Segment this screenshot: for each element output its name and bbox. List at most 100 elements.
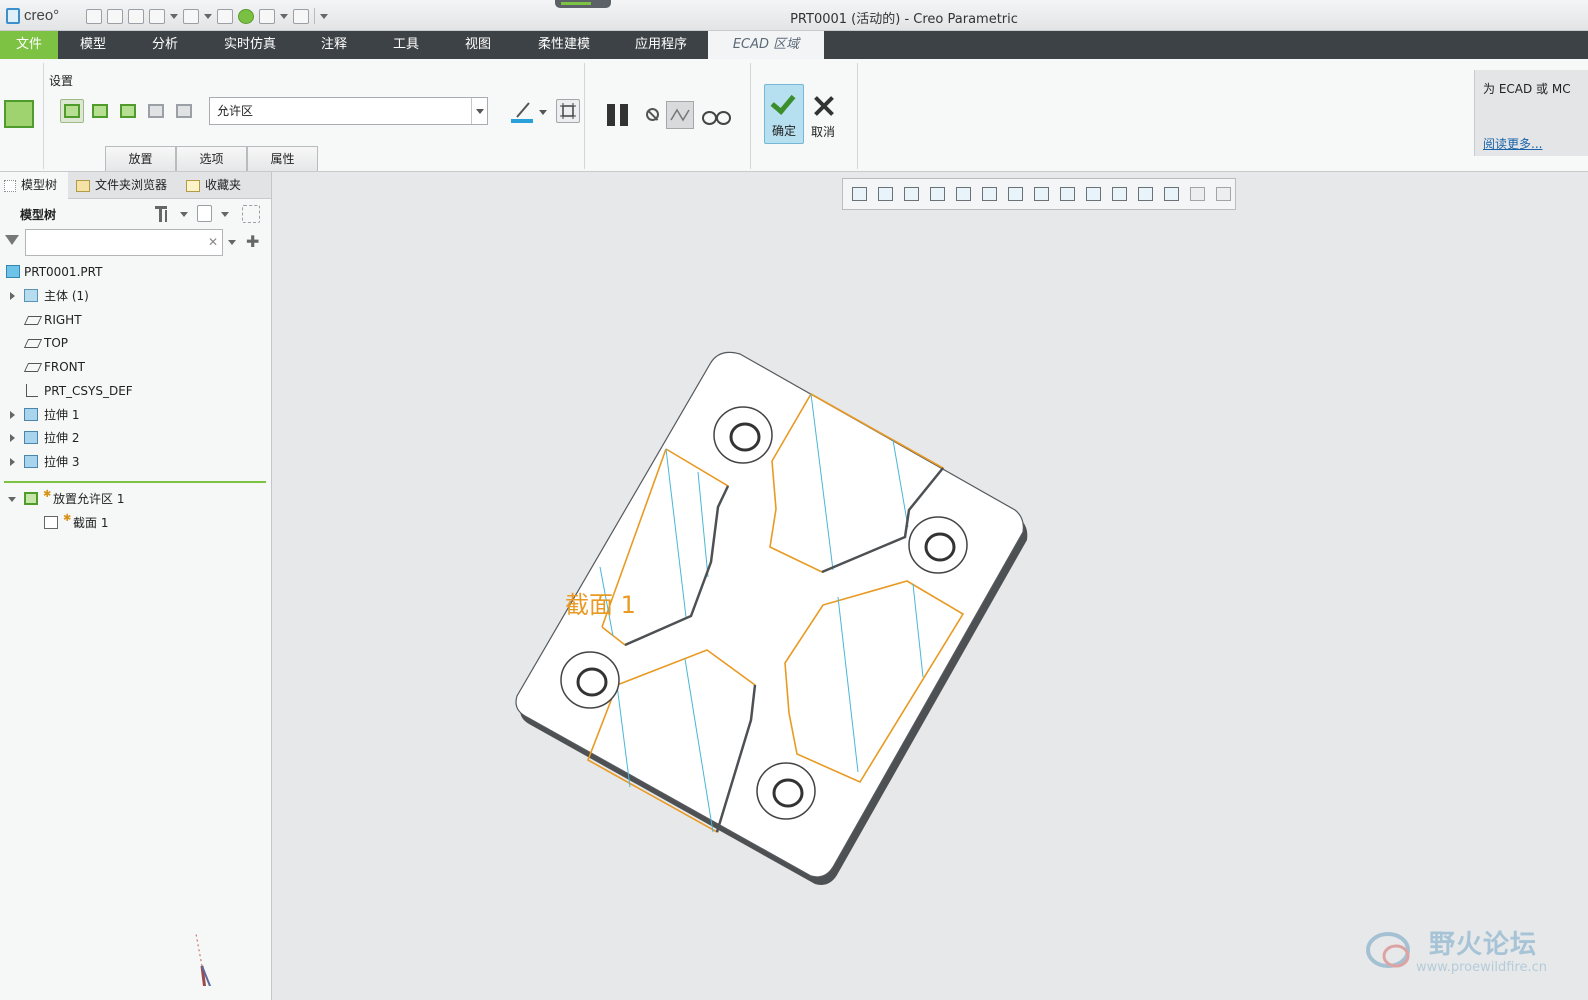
- expand-arrow-icon[interactable]: [10, 434, 15, 442]
- sketch-icon: [44, 516, 58, 529]
- collapse-arrow-icon[interactable]: [8, 497, 16, 502]
- subtab-placement[interactable]: 放置: [105, 146, 176, 171]
- cancel-label: 取消: [810, 125, 835, 139]
- menu-flexible-modeling[interactable]: 柔性建模: [514, 31, 614, 59]
- tree-item-extrude-2[interactable]: 拉伸 2: [0, 427, 270, 449]
- coordinate-triad-icon: [195, 933, 212, 986]
- read-more-link[interactable]: 阅读更多...: [1483, 135, 1542, 152]
- tree-item-section[interactable]: ✱ 截面 1: [0, 512, 270, 534]
- search-dropdown-icon[interactable]: [228, 240, 236, 245]
- tree-item-right-plane[interactable]: RIGHT: [0, 309, 270, 331]
- tree-item-label: 截面 1: [73, 516, 109, 530]
- ribbon-separator: [584, 63, 585, 169]
- verify-preview-icon: [670, 108, 690, 122]
- close-icon: [814, 96, 834, 116]
- tree-item-part[interactable]: PRT0001.PRT: [0, 261, 270, 283]
- extrude-icon: [24, 431, 38, 444]
- chevron-down-icon[interactable]: [471, 98, 487, 124]
- csys-icon: [24, 384, 38, 397]
- ok-label: 确定: [771, 124, 796, 138]
- zone-3d-button[interactable]: [88, 99, 112, 123]
- datum-plane-icon: [23, 363, 43, 372]
- menu-tools[interactable]: 工具: [370, 31, 442, 59]
- tab-folder-browser-label: 文件夹浏览器: [95, 178, 168, 192]
- forum-watermark: 野火论坛 www.proewildfire.cn: [1360, 920, 1564, 982]
- tree-settings-dropdown-icon[interactable]: [180, 212, 188, 217]
- zone-type-value: 允许区: [217, 104, 254, 118]
- zone-option-a-icon: [148, 104, 164, 118]
- tree-item-top-plane[interactable]: TOP: [0, 332, 270, 354]
- tree-item-label: 拉伸 2: [44, 431, 80, 445]
- tree-item-csys[interactable]: PRT_CSYS_DEF: [0, 380, 270, 402]
- insert-indicator-line[interactable]: [4, 481, 266, 483]
- tab-folder-browser[interactable]: 文件夹浏览器: [76, 172, 180, 199]
- menu-applications[interactable]: 应用程序: [614, 31, 708, 59]
- extrude-icon: [24, 408, 38, 421]
- model-tree-icon: [4, 179, 16, 192]
- tree-item-front-plane[interactable]: FRONT: [0, 356, 270, 378]
- part-icon: [6, 265, 20, 278]
- tree-item-body[interactable]: 主体 (1): [0, 285, 270, 307]
- tree-item-extrude-3[interactable]: 拉伸 3: [0, 451, 270, 473]
- menu-model[interactable]: 模型: [58, 31, 128, 59]
- tree-item-place-zone[interactable]: ✱ 放置允许区 1: [0, 488, 270, 510]
- sketch-pen-icon[interactable]: [511, 99, 551, 125]
- zone-type-dropdown[interactable]: 允许区: [209, 97, 488, 125]
- expand-arrow-icon[interactable]: [10, 411, 15, 419]
- mounting-hole: [560, 651, 620, 709]
- tab-model-tree[interactable]: 模型树: [0, 172, 68, 199]
- folder-icon: [76, 179, 90, 192]
- pause-icon[interactable]: [606, 104, 630, 126]
- mounting-hole: [713, 406, 773, 464]
- tab-ecad-area[interactable]: ECAD 区域: [708, 31, 824, 59]
- show-columns-icon[interactable]: [197, 205, 212, 222]
- no-geometry-icon[interactable]: [646, 108, 659, 121]
- zone-option-b-button[interactable]: [172, 99, 196, 123]
- tab-favorites-label: 收藏夹: [205, 178, 242, 192]
- tree-item-extrude-1[interactable]: 拉伸 1: [0, 404, 270, 426]
- menu-file[interactable]: 文件: [0, 31, 58, 59]
- show-dropdown-icon[interactable]: [221, 212, 229, 217]
- menu-live-simulation[interactable]: 实时仿真: [202, 31, 298, 59]
- navigator-panel: 模型树 文件夹浏览器 收藏夹 模型树 ✕ ✚ PRT0001.PRT 主体 (1…: [0, 172, 272, 1000]
- expand-arrow-icon[interactable]: [10, 458, 15, 466]
- tree-item-label: PRT0001.PRT: [24, 265, 103, 279]
- cancel-button[interactable]: 取消: [806, 84, 840, 144]
- tree-settings-icon[interactable]: [154, 204, 172, 222]
- creo-window: creo° PRT0001 (活动的) - Creo Parametric 文件…: [0, 0, 1588, 1000]
- crop-icon: [560, 103, 576, 119]
- tree-search-input[interactable]: ✕: [25, 229, 223, 256]
- tab-favorites[interactable]: 收藏夹: [186, 172, 266, 199]
- window-grip[interactable]: [555, 0, 611, 8]
- tree-item-label: TOP: [44, 336, 69, 350]
- zone-option-a-button[interactable]: [144, 99, 168, 123]
- expand-arrow-icon[interactable]: [10, 292, 15, 300]
- clear-search-icon[interactable]: ✕: [208, 235, 218, 249]
- menu-view[interactable]: 视图: [442, 31, 514, 59]
- zone-option-b-icon: [176, 104, 192, 118]
- section-annotation-label[interactable]: 截面 1: [565, 585, 636, 620]
- glasses-icon[interactable]: [702, 111, 731, 125]
- tree-filter-items-icon[interactable]: [242, 205, 260, 223]
- zone-3d-icon: [92, 104, 108, 118]
- sketch-region-button[interactable]: [556, 99, 580, 123]
- subtab-properties[interactable]: 属性: [247, 146, 318, 171]
- zone-board-button[interactable]: [116, 99, 140, 123]
- menu-analysis[interactable]: 分析: [128, 31, 202, 59]
- pcb-model[interactable]: [273, 172, 1588, 1000]
- ribbon-tab-bar: 文件 模型 分析 实时仿真 注释 工具 视图 柔性建模 应用程序 ECAD 区域: [0, 31, 1588, 59]
- zone-2d-icon: [64, 104, 80, 118]
- body-icon: [24, 289, 38, 302]
- ok-button[interactable]: 确定: [764, 84, 804, 144]
- ecad-area-type-icon[interactable]: [4, 100, 34, 128]
- zone-2d-button[interactable]: [60, 99, 84, 123]
- ribbon-separator: [750, 63, 751, 169]
- graphics-window[interactable]: 截面 1 野火论坛 www.proewildfire.cn: [273, 172, 1588, 1000]
- add-item-icon[interactable]: ✚: [246, 232, 259, 251]
- ecad-area-ribbon: 设置 允许区 确定 取消 放置 选项 属性 为 ECAD 或 MC 阅读更多..…: [0, 59, 1588, 172]
- menu-annotate[interactable]: 注释: [298, 31, 370, 59]
- mounting-hole: [756, 762, 816, 820]
- subtab-options[interactable]: 选项: [176, 146, 247, 171]
- preview-toggle-button[interactable]: [666, 101, 694, 129]
- filter-icon[interactable]: [5, 235, 19, 245]
